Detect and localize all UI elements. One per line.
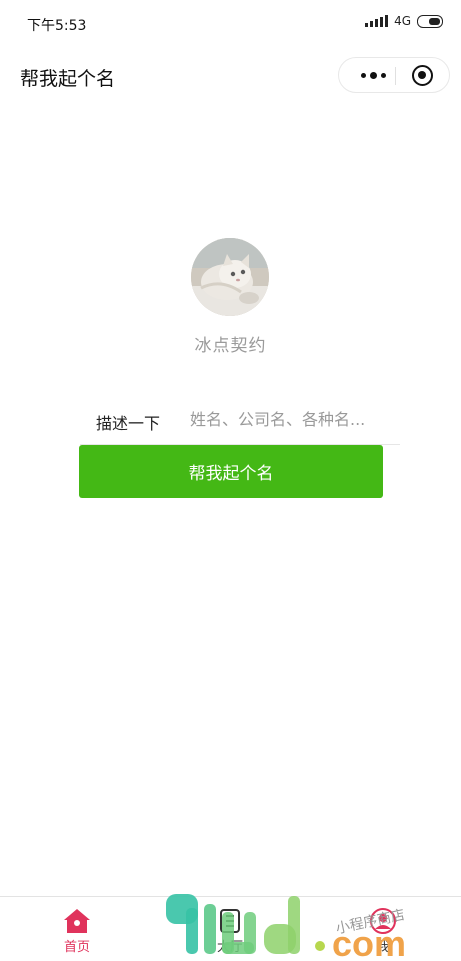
dot-icon xyxy=(369,71,377,79)
more-options-button[interactable] xyxy=(353,58,393,92)
generate-name-button[interactable]: 帮我起个名 xyxy=(79,445,383,498)
cat-photo-icon xyxy=(191,238,269,316)
tab-home[interactable]: 首页 xyxy=(17,897,137,961)
network-type: 4G xyxy=(394,14,411,28)
description-input[interactable] xyxy=(190,406,380,432)
avatar xyxy=(191,238,269,316)
hall-icon xyxy=(220,909,240,933)
tab-me[interactable]: 我 xyxy=(323,897,443,961)
dot-icon xyxy=(360,72,366,78)
description-label: 描述一下 xyxy=(96,414,161,433)
status-bar: 下午5:53 4G xyxy=(0,0,461,48)
tab-home-label: 首页 xyxy=(63,940,90,955)
page-title: 帮我起个名 xyxy=(20,68,116,90)
tab-hall-label: 大厅 xyxy=(216,940,243,955)
status-indicators: 4G xyxy=(365,14,443,28)
battery-icon xyxy=(417,14,443,28)
close-miniprogram-icon[interactable] xyxy=(412,65,433,86)
profile-name: 冰点契约 xyxy=(194,336,267,356)
tab-me-label: 我 xyxy=(376,940,390,955)
description-row: 描述一下 xyxy=(80,396,400,445)
miniprogram-capsule xyxy=(338,57,450,93)
dot-icon xyxy=(380,72,386,78)
capsule-divider xyxy=(395,67,396,85)
signal-icon xyxy=(365,15,389,27)
home-icon xyxy=(64,909,90,933)
tab-hall[interactable]: 大厅 xyxy=(170,897,290,961)
user-icon xyxy=(370,908,396,934)
status-time: 下午5:53 xyxy=(27,18,87,34)
tab-bar: 首页 大厅 我 xyxy=(0,896,461,961)
